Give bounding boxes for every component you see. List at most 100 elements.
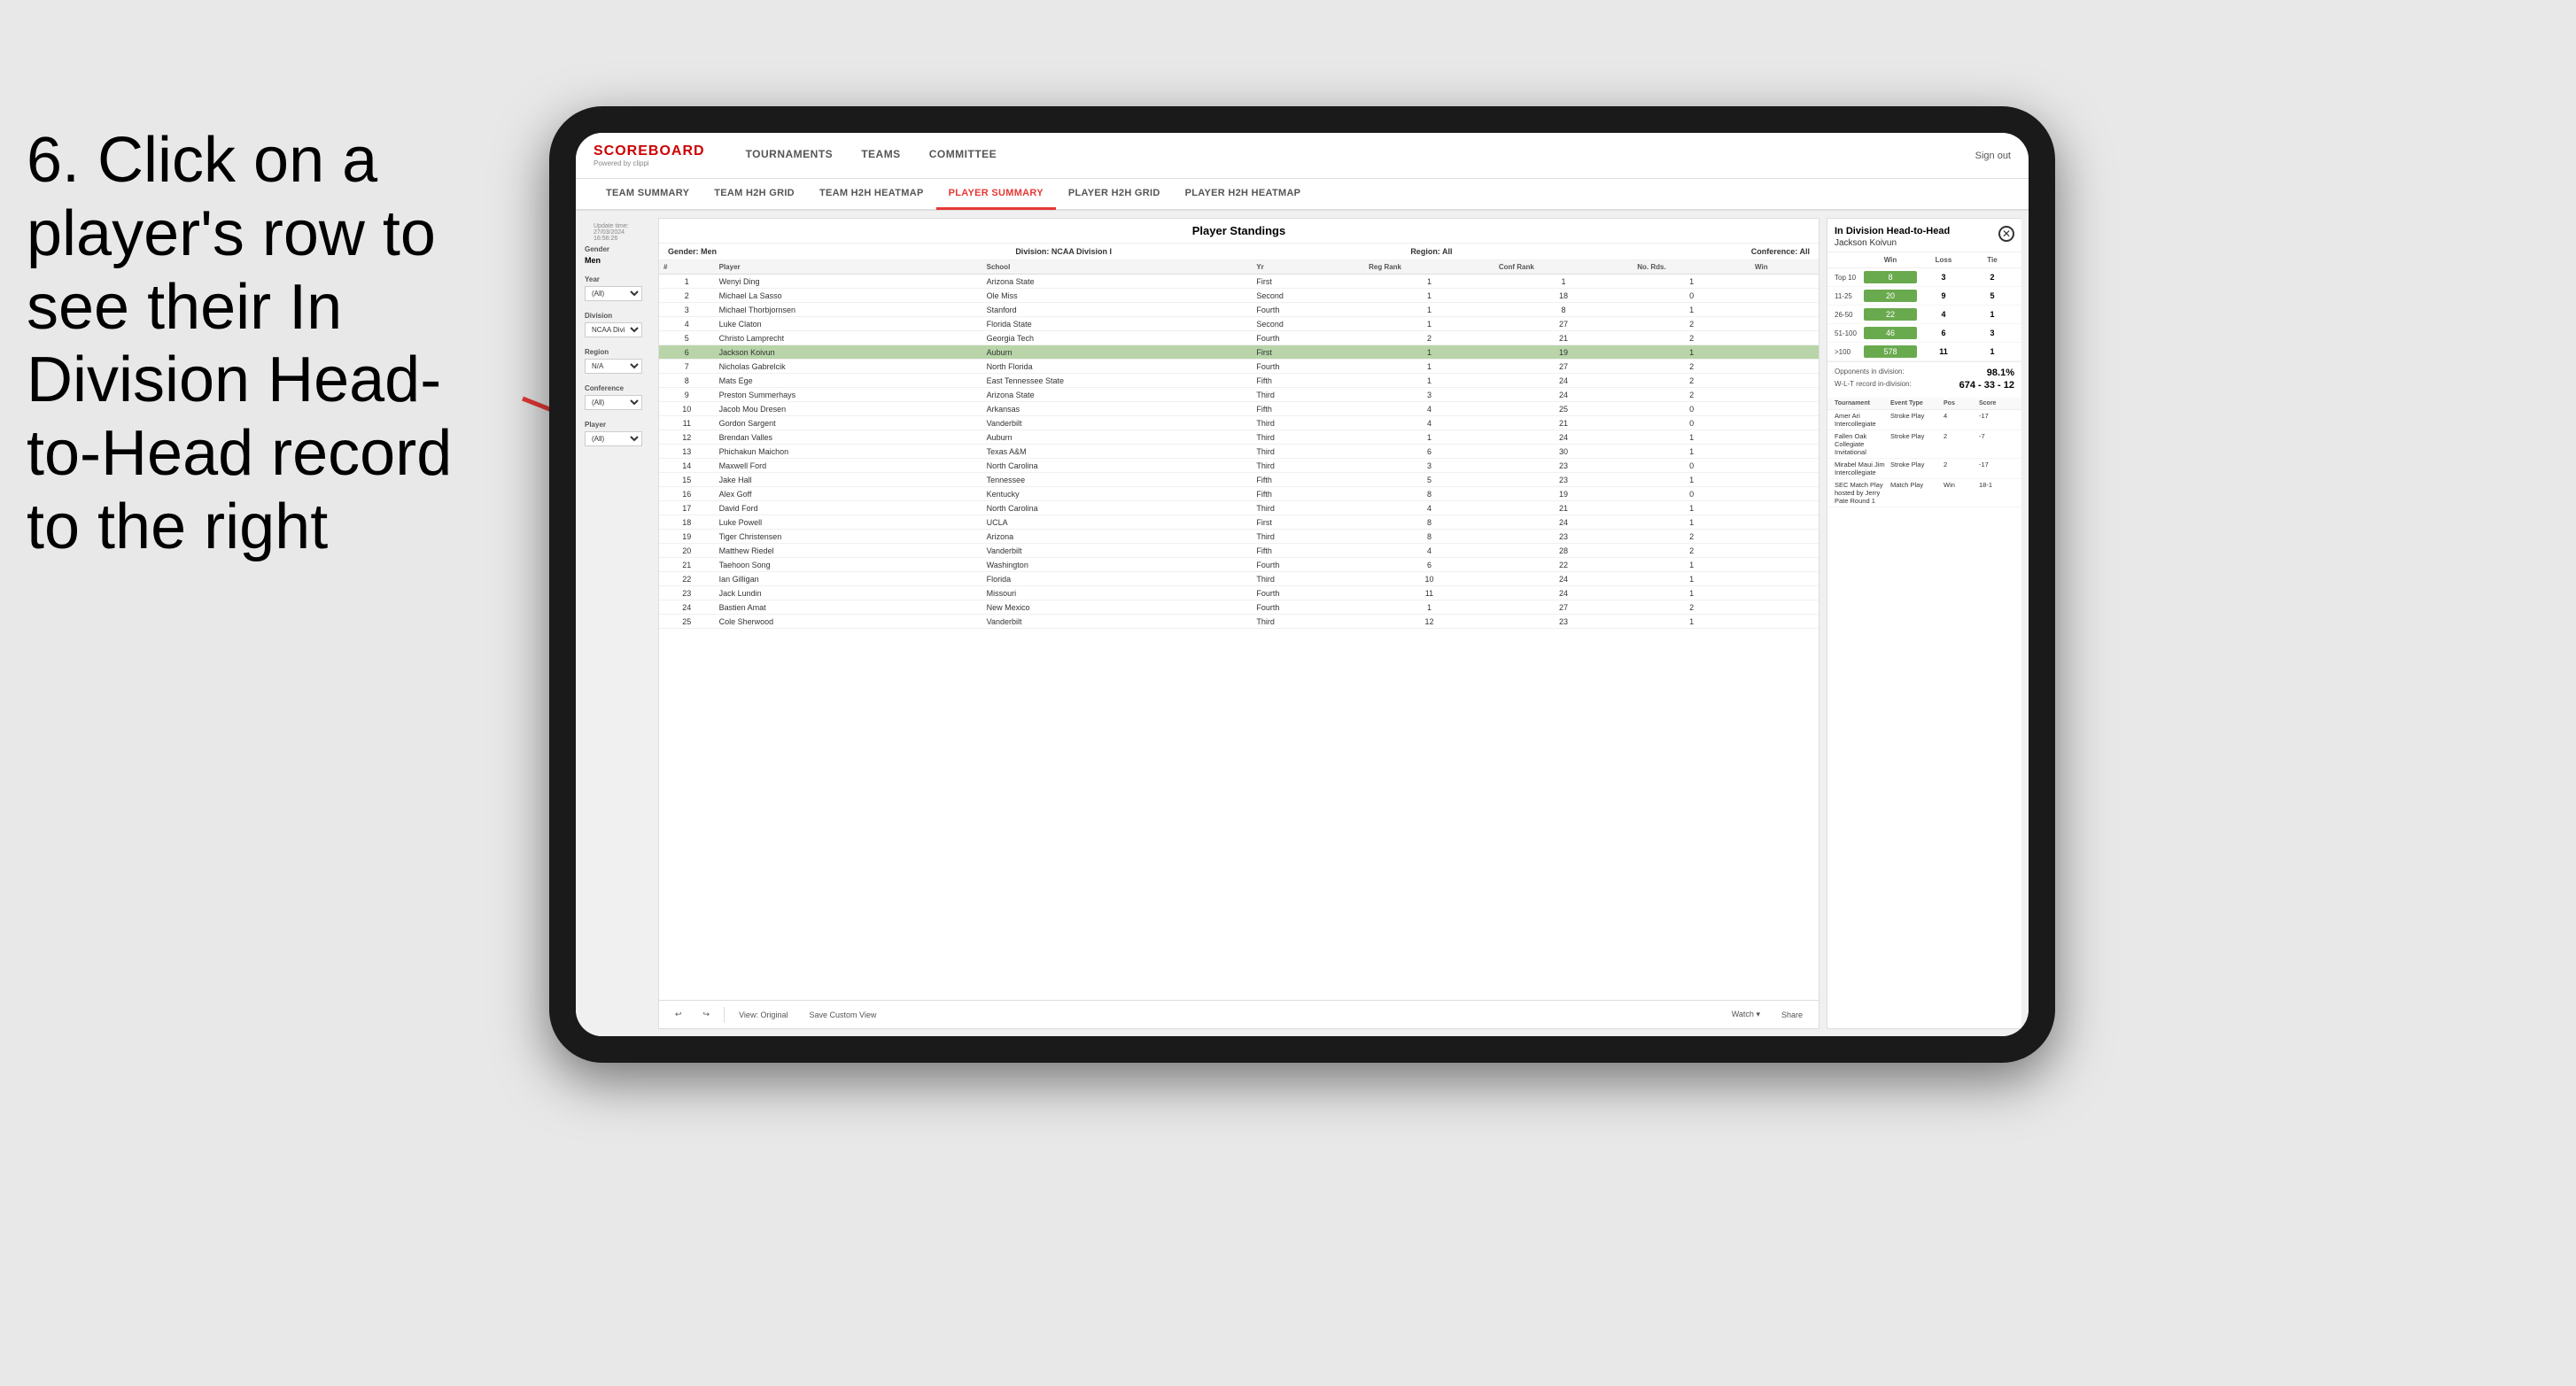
tab-team-h2h-heatmap[interactable]: TEAM H2H HEATMAP — [807, 178, 936, 210]
division-select[interactable]: NCAA Division I — [585, 322, 642, 337]
tab-player-h2h-grid[interactable]: PLAYER H2H GRID — [1056, 178, 1173, 210]
cell-yr: Third — [1252, 459, 1364, 473]
table-row[interactable]: 6 Jackson Koivun Auburn First 1 19 1 — [659, 345, 1819, 360]
cell-rds: 2 — [1633, 317, 1750, 331]
cell-rank: 2 — [659, 289, 715, 303]
update-time: Update time: 27/03/2024 16:56:26 — [585, 220, 642, 245]
table-row[interactable]: 24 Bastien Amat New Mexico Fourth 1 27 2 — [659, 600, 1819, 615]
table-row[interactable]: 15 Jake Hall Tennessee Fifth 5 23 1 — [659, 473, 1819, 487]
cell-win — [1750, 303, 1819, 317]
table-row[interactable]: 20 Matthew Riedel Vanderbilt Fifth 4 28 … — [659, 544, 1819, 558]
logo-powered: Powered by clippi — [594, 159, 705, 167]
cell-rank: 9 — [659, 388, 715, 402]
cell-conf: 24 — [1494, 374, 1633, 388]
table-row[interactable]: 3 Michael Thorbjornsen Stanford Fourth 1… — [659, 303, 1819, 317]
cell-player: Luke Powell — [715, 515, 982, 530]
cell-conf: 27 — [1494, 600, 1633, 615]
region-select[interactable]: N/A — [585, 359, 642, 374]
table-row[interactable]: 18 Luke Powell UCLA First 8 24 1 — [659, 515, 1819, 530]
year-select[interactable]: (All) — [585, 286, 642, 301]
cell-reg: 10 — [1364, 572, 1494, 586]
cell-rds: 2 — [1633, 374, 1750, 388]
table-row[interactable]: 7 Nicholas Gabrelcik North Florida Fourt… — [659, 360, 1819, 374]
table-row[interactable]: 16 Alex Goff Kentucky Fifth 8 19 0 — [659, 487, 1819, 501]
nav-right: Sign out — [1975, 151, 2011, 161]
cell-rank: 15 — [659, 473, 715, 487]
table-row[interactable]: 9 Preston Summerhays Arizona State Third… — [659, 388, 1819, 402]
nav-tournaments[interactable]: TOURNAMENTS — [732, 133, 848, 179]
tab-player-summary[interactable]: PLAYER SUMMARY — [936, 178, 1056, 210]
h2h-win-value: 578 — [1864, 345, 1917, 358]
cell-rank: 1 — [659, 275, 715, 289]
h2h-rank-row: >100 578 11 1 — [1827, 343, 2021, 361]
table-row[interactable]: 5 Christo Lamprecht Georgia Tech Fourth … — [659, 331, 1819, 345]
view-original-btn[interactable]: View: Original — [732, 1009, 795, 1021]
save-custom-btn[interactable]: Save Custom View — [802, 1009, 883, 1021]
tourney-type: Stroke Play — [1890, 412, 1944, 428]
cell-conf: 30 — [1494, 445, 1633, 459]
h2h-wlt-label: W-L-T record in-division: — [1835, 380, 1912, 391]
table-row[interactable]: 14 Maxwell Ford North Carolina Third 3 2… — [659, 459, 1819, 473]
table-row[interactable]: 2 Michael La Sasso Ole Miss Second 1 18 … — [659, 289, 1819, 303]
table-row[interactable]: 8 Mats Ege East Tennessee State Fifth 1 … — [659, 374, 1819, 388]
tab-team-summary[interactable]: TEAM SUMMARY — [594, 178, 702, 210]
cell-school: Auburn — [982, 430, 1253, 445]
undo-btn[interactable]: ↩ — [668, 1008, 689, 1021]
table-row[interactable]: 12 Brendan Valles Auburn Third 1 24 1 — [659, 430, 1819, 445]
table-row[interactable]: 11 Gordon Sargent Vanderbilt Third 4 21 … — [659, 416, 1819, 430]
cell-player: Maxwell Ford — [715, 459, 982, 473]
cell-conf: 21 — [1494, 501, 1633, 515]
conference-select[interactable]: (All) — [585, 395, 642, 410]
tab-team-h2h-grid[interactable]: TEAM H2H GRID — [702, 178, 807, 210]
h2h-loss-col: Loss — [1917, 256, 1970, 264]
gender-meta: Gender: Men — [668, 247, 717, 256]
cell-rank: 21 — [659, 558, 715, 572]
watch-btn[interactable]: Watch ▾ — [1725, 1008, 1767, 1021]
table-row[interactable]: 23 Jack Lundin Missouri Fourth 11 24 1 — [659, 586, 1819, 600]
cell-reg: 6 — [1364, 445, 1494, 459]
sign-out-link[interactable]: Sign out — [1975, 151, 2011, 161]
cell-rds: 1 — [1633, 275, 1750, 289]
cell-reg: 1 — [1364, 430, 1494, 445]
cell-school: Vanderbilt — [982, 416, 1253, 430]
table-row[interactable]: 10 Jacob Mou Dresen Arkansas Fifth 4 25 … — [659, 402, 1819, 416]
cell-player: Wenyi Ding — [715, 275, 982, 289]
table-row[interactable]: 19 Tiger Christensen Arizona Third 8 23 … — [659, 530, 1819, 544]
tourney-col-score: Score — [1979, 400, 2014, 407]
cell-player: Alex Goff — [715, 487, 982, 501]
table-row[interactable]: 13 Phichakun Maichon Texas A&M Third 6 3… — [659, 445, 1819, 459]
redo-btn[interactable]: ↪ — [696, 1008, 718, 1021]
cell-school: Florida — [982, 572, 1253, 586]
sidebar-year: Year (All) — [585, 275, 642, 301]
h2h-loss-value: 11 — [1917, 347, 1970, 356]
cell-reg: 4 — [1364, 402, 1494, 416]
table-row[interactable]: 17 David Ford North Carolina Third 4 21 … — [659, 501, 1819, 515]
cell-rank: 5 — [659, 331, 715, 345]
cell-win — [1750, 515, 1819, 530]
h2h-loss-value: 9 — [1917, 291, 1970, 300]
table-row[interactable]: 21 Taehoon Song Washington Fourth 6 22 1 — [659, 558, 1819, 572]
tab-player-h2h-heatmap[interactable]: PLAYER H2H HEATMAP — [1173, 178, 1314, 210]
cell-school: UCLA — [982, 515, 1253, 530]
tablet-screen: SCOREBOARD Powered by clippi TOURNAMENTS… — [576, 133, 2029, 1036]
table-row[interactable]: 1 Wenyi Ding Arizona State First 1 1 1 — [659, 275, 1819, 289]
col-player: Player — [715, 260, 982, 275]
h2h-close-btn[interactable]: ✕ — [1998, 226, 2014, 242]
table-row[interactable]: 25 Cole Sherwood Vanderbilt Third 12 23 … — [659, 615, 1819, 629]
cell-player: David Ford — [715, 501, 982, 515]
table-row[interactable]: 22 Ian Gilligan Florida Third 10 24 1 — [659, 572, 1819, 586]
cell-school: Arkansas — [982, 402, 1253, 416]
nav-committee[interactable]: COMMITTEE — [915, 133, 1012, 179]
cell-rank: 22 — [659, 572, 715, 586]
cell-yr: Fifth — [1252, 544, 1364, 558]
table-row[interactable]: 4 Luke Claton Florida State Second 1 27 … — [659, 317, 1819, 331]
cell-rds: 0 — [1633, 459, 1750, 473]
cell-reg: 4 — [1364, 544, 1494, 558]
cell-school: New Mexico — [982, 600, 1253, 615]
nav-teams[interactable]: TEAMS — [847, 133, 915, 179]
h2h-rank-row: Top 10 8 3 2 — [1827, 268, 2021, 287]
cell-rank: 18 — [659, 515, 715, 530]
player-select[interactable]: (All) — [585, 431, 642, 446]
share-btn[interactable]: Share — [1774, 1009, 1810, 1021]
h2h-rank-label: 26-50 — [1835, 311, 1864, 319]
